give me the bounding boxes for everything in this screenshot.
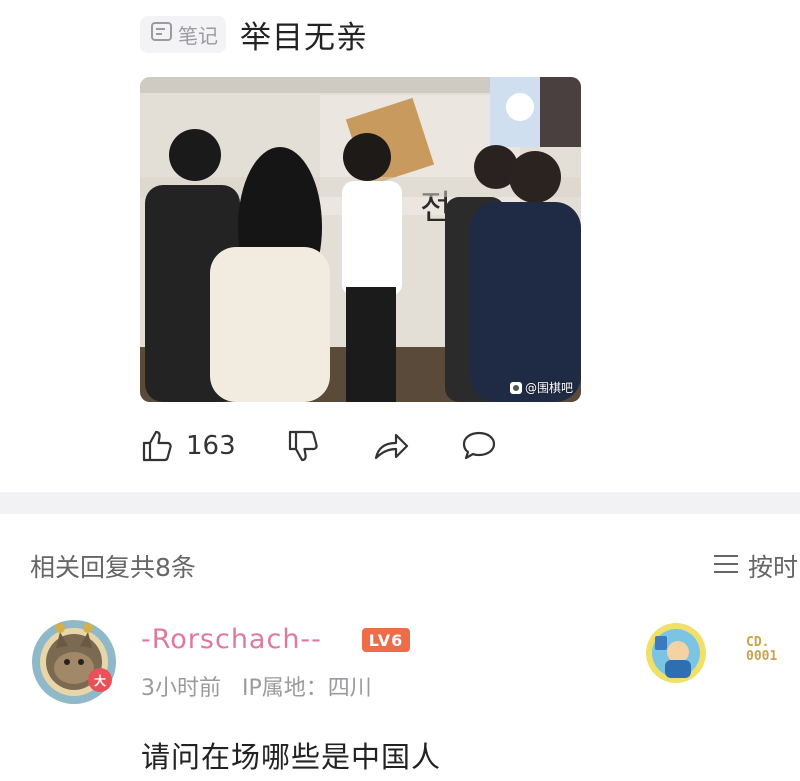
reply-content: 请问在场哪些是中国人 bbox=[141, 740, 442, 774]
note-icon bbox=[150, 21, 174, 47]
post-image[interactable]: 전 @围棋吧 bbox=[140, 77, 581, 402]
decoration-text: CD. 0001 bbox=[746, 635, 778, 664]
post-title: 举目无亲 bbox=[240, 19, 368, 56]
dislike-button[interactable] bbox=[286, 428, 322, 464]
weibo-logo-icon bbox=[509, 381, 522, 394]
reply-username[interactable]: -Rorschach-- bbox=[141, 624, 322, 655]
thumbs-down-icon bbox=[286, 428, 322, 464]
avatar[interactable]: 大 bbox=[30, 618, 118, 706]
reply-ip-location: IP属地：四川 bbox=[242, 676, 372, 701]
image-watermark: @围棋吧 bbox=[509, 379, 573, 396]
reply-meta: 3小时前 IP属地：四川 bbox=[141, 670, 386, 702]
reply-time: 3小时前 bbox=[141, 676, 221, 701]
share-button[interactable] bbox=[372, 428, 410, 464]
level-badge: LV6 bbox=[362, 628, 410, 652]
comment-button[interactable] bbox=[460, 428, 498, 464]
reply-item: 大 -Rorschach-- LV6 3小时前 IP属地：四川 CD. 0001… bbox=[0, 610, 800, 781]
action-bar: 163 bbox=[140, 424, 548, 468]
avatar-badge: 大 bbox=[93, 674, 106, 688]
sort-lines-icon bbox=[712, 552, 740, 580]
note-label: 笔记 bbox=[178, 23, 218, 48]
replies-count-title: 相关回复共8条 bbox=[30, 553, 196, 582]
note-tag[interactable]: 笔记 bbox=[140, 15, 226, 53]
comment-bubble-icon bbox=[460, 428, 498, 464]
sort-toggle[interactable]: 按时 bbox=[712, 548, 798, 584]
like-button[interactable]: 163 bbox=[140, 428, 236, 464]
post-header: 笔记 举目无亲 bbox=[140, 10, 368, 58]
section-divider bbox=[0, 492, 800, 514]
like-count: 163 bbox=[186, 431, 236, 461]
sort-label: 按时 bbox=[748, 553, 799, 582]
decoration-badge-icon bbox=[645, 622, 707, 684]
replies-header: 相关回复共8条 按时 bbox=[0, 540, 800, 590]
thumbs-up-icon bbox=[140, 428, 176, 464]
watermark-text: @围棋吧 bbox=[524, 381, 573, 395]
share-arrow-icon bbox=[372, 428, 410, 464]
